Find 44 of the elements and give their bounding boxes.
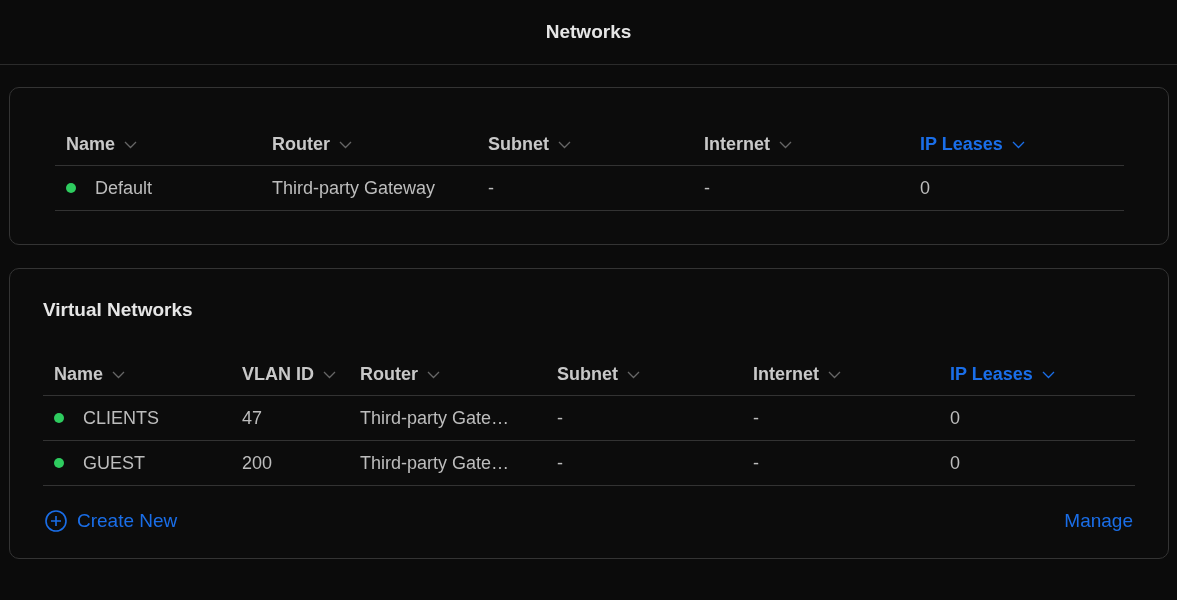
table-cell: 0 bbox=[920, 177, 930, 198]
create-new-link[interactable]: Create New bbox=[43, 510, 178, 532]
table-cell: 200 bbox=[242, 452, 273, 473]
column-header[interactable]: Router bbox=[360, 364, 440, 385]
column-header[interactable]: Router bbox=[272, 134, 352, 155]
chevron-down-icon bbox=[339, 140, 352, 149]
column-header[interactable]: VLAN ID bbox=[242, 364, 336, 385]
column-header[interactable]: Subnet bbox=[488, 134, 571, 155]
column-header[interactable]: IP Leases bbox=[920, 134, 1025, 155]
column-header[interactable]: IP Leases bbox=[950, 364, 1055, 385]
column-header[interactable]: Internet bbox=[753, 364, 841, 385]
table-cell: Third-party Gate… bbox=[360, 452, 510, 473]
chevron-down-icon bbox=[124, 140, 138, 149]
table-cell: - bbox=[704, 177, 710, 198]
table-cell: 0 bbox=[950, 452, 960, 473]
chevron-down-icon bbox=[779, 140, 792, 149]
manage-link[interactable]: Manage bbox=[1064, 510, 1133, 532]
chevron-down-icon bbox=[558, 140, 571, 149]
table-cell: - bbox=[488, 177, 494, 198]
network-name: GUEST bbox=[83, 452, 145, 474]
plus-circle-icon bbox=[45, 510, 67, 532]
chevron-down-icon bbox=[323, 370, 336, 379]
table-cell: - bbox=[753, 407, 759, 428]
column-header[interactable]: Subnet bbox=[557, 364, 640, 385]
table-cell: Third-party Gate… bbox=[360, 407, 510, 428]
table-cell: Third-party Gateway bbox=[272, 177, 436, 198]
page-title: Networks bbox=[545, 21, 632, 43]
column-header[interactable]: Name bbox=[66, 134, 138, 155]
table-cell: - bbox=[557, 452, 563, 473]
column-header[interactable]: Name bbox=[54, 364, 126, 385]
chevron-down-icon bbox=[112, 370, 126, 379]
section-title: Virtual Networks bbox=[43, 299, 193, 321]
table-cell: - bbox=[557, 407, 563, 428]
table-cell: 0 bbox=[950, 407, 960, 428]
chevron-down-icon bbox=[627, 370, 640, 379]
table-cell: 47 bbox=[242, 407, 263, 428]
network-name: CLIENTS bbox=[83, 407, 160, 429]
chevron-down-icon bbox=[427, 370, 440, 379]
chevron-down-icon bbox=[1011, 140, 1025, 149]
table-cell: - bbox=[753, 452, 759, 473]
network-name: Default bbox=[95, 177, 153, 199]
column-header[interactable]: Internet bbox=[704, 134, 792, 155]
chevron-down-icon bbox=[1041, 370, 1055, 379]
chevron-down-icon bbox=[828, 370, 841, 379]
